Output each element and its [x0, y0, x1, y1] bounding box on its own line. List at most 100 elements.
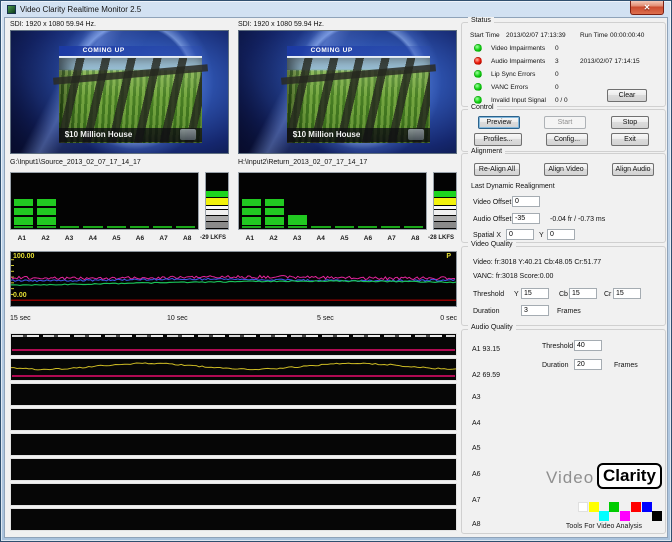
status-label: Invalid Input Signal: [491, 96, 546, 105]
audio-row-a8: A8: [472, 520, 481, 529]
meter-channel-a5: [334, 173, 355, 229]
video-offset-field[interactable]: [512, 196, 540, 207]
threshold-cr-field[interactable]: [613, 288, 641, 299]
threshold-y-label: Y: [514, 290, 519, 299]
colorbar-blue: [642, 502, 652, 512]
source-file-path: G:\Input1\Source_2013_02_07_17_14_17: [10, 158, 141, 167]
status-led-audio: [474, 57, 482, 65]
status-group: Status Start Time 2013/02/07 17:13:39 Ru…: [461, 22, 666, 107]
align-audio-button[interactable]: Align Audio: [612, 163, 654, 176]
audio-row-a6: A6: [472, 470, 481, 479]
control-sidebar: Status Start Time 2013/02/07 17:13:39 Ru…: [460, 18, 668, 539]
app-window: Video Clarity Realtime Monitor 2.5 ✕ SDI…: [0, 0, 672, 542]
audio-strip-a3: [10, 383, 457, 406]
audio-row-a7: A7: [472, 496, 481, 505]
lkfs-meter: [205, 172, 229, 230]
meter-channel-a4: [310, 173, 331, 229]
audio-threshold-field[interactable]: [574, 340, 602, 351]
audio-strip-a1: [10, 333, 457, 356]
inset-video: $10 Million House: [59, 57, 202, 144]
group-title: Status: [468, 17, 494, 24]
status-label: Lip Sync Errors: [491, 70, 535, 79]
meter-channel-a6: [129, 173, 150, 229]
inset-video: $10 Million House: [287, 57, 430, 144]
status-led-lipsync: [474, 70, 482, 78]
station-logo: [408, 129, 424, 140]
preview-button[interactable]: Preview: [478, 116, 520, 129]
vanc-metrics-line: VANC: fr:3018 Score:0.00: [473, 272, 553, 281]
channel-label: A3: [285, 235, 309, 242]
audio-strip-a8: [10, 508, 457, 531]
clear-button[interactable]: Clear: [607, 89, 647, 102]
threshold-y-field[interactable]: [521, 288, 549, 299]
channel-label: A4: [309, 235, 333, 242]
profiles-button[interactable]: Profiles...: [474, 133, 522, 146]
source-video-preview: COMING UP $10 Million House: [10, 30, 229, 154]
station-logo: [180, 129, 196, 140]
audio-frames-label: Frames: [614, 361, 638, 370]
return-panel: SDI: 1920 x 1080 59.94 Hz. COMING UP $10…: [233, 18, 461, 248]
audio-offset-field[interactable]: [512, 213, 540, 224]
threshold-line: [12, 349, 455, 351]
exit-button[interactable]: Exit: [611, 133, 649, 146]
channel-label: A2: [34, 235, 58, 242]
lkfs-value: -29 LKFS: [193, 235, 233, 241]
client-area: SDI: 1920 x 1080 59.94 Hz. COMING UP $10…: [4, 17, 668, 538]
sdi-format-label: SDI: 1920 x 1080 59.94 Hz.: [10, 20, 96, 29]
threshold-cb-field[interactable]: [569, 288, 597, 299]
spatial-x-field[interactable]: [506, 229, 534, 240]
status-label: VANC Errors: [491, 83, 528, 92]
meter-channel-a3: [59, 173, 80, 229]
realign-all-button[interactable]: Re-Align All: [474, 163, 520, 176]
audio-offset-note: -0.04 fr / -0.73 ms: [550, 215, 605, 224]
logo-tagline: Tools For Video Analysis: [542, 523, 666, 530]
meter-channel-a2: [264, 173, 285, 229]
audio-level-meter: [238, 172, 427, 230]
audio-row-a3: A3: [472, 393, 481, 402]
meter-channel-a7: [152, 173, 173, 229]
frames-label: Frames: [557, 307, 581, 316]
group-title: Video Quality: [468, 241, 516, 248]
config-button[interactable]: Config...: [546, 133, 588, 146]
colorbar-white: [578, 502, 588, 512]
spatial-y-field[interactable]: [547, 229, 575, 240]
status-led-video: [474, 44, 482, 52]
status-led-signal: [474, 96, 482, 104]
duration-field[interactable]: [521, 305, 549, 316]
audio-offset-label: Audio Offset: [473, 215, 511, 224]
banner-text: $10 Million House: [65, 130, 133, 139]
audio-row-a2: A2 69.59: [472, 371, 500, 380]
logo-clarity-text: Clarity: [597, 463, 662, 489]
status-value: 0: [555, 44, 559, 53]
group-title: Alignment: [468, 148, 505, 155]
audio-duration-label: Duration: [542, 361, 568, 370]
close-button[interactable]: ✕: [630, 1, 664, 15]
align-video-button[interactable]: Align Video: [544, 163, 588, 176]
start-button[interactable]: Start: [544, 116, 586, 129]
video-offset-label: Video Offset: [473, 198, 511, 207]
group-title: Control: [468, 104, 497, 111]
audio-strip-a5: [10, 433, 457, 456]
duration-label: Duration: [473, 307, 499, 316]
meter-channel-a6: [357, 173, 378, 229]
colorbar-black: [652, 511, 662, 521]
audio-row-a1: A1 93.15: [472, 345, 500, 354]
audio-strip-a6: [10, 458, 457, 481]
sdi-format-label: SDI: 1920 x 1080 59.94 Hz.: [238, 20, 324, 29]
lower-third-banner: $10 Million House: [287, 128, 430, 142]
y-max-label: 100.00: [13, 253, 34, 260]
time-tick: 5 sec: [317, 314, 334, 323]
pause-marker: P: [446, 253, 451, 260]
audio-strip-a4: [10, 408, 457, 431]
channel-label: A2: [262, 235, 286, 242]
colorbar-green: [609, 502, 619, 512]
control-group: Control Preview Start Stop Profiles... C…: [461, 109, 666, 152]
channel-label: A5: [105, 235, 129, 242]
title-bar[interactable]: Video Clarity Realtime Monitor 2.5 ✕: [1, 1, 671, 17]
audio-duration-field[interactable]: [574, 359, 602, 370]
coming-up-banner: COMING UP: [59, 46, 202, 57]
banner-text: $10 Million House: [293, 130, 361, 139]
audio-threshold-label: Threshold: [542, 342, 573, 351]
video-metrics-line: Video: fr:3018 Y:40.21 Cb:48.05 Cr:51.77: [473, 258, 601, 267]
stop-button[interactable]: Stop: [611, 116, 649, 129]
